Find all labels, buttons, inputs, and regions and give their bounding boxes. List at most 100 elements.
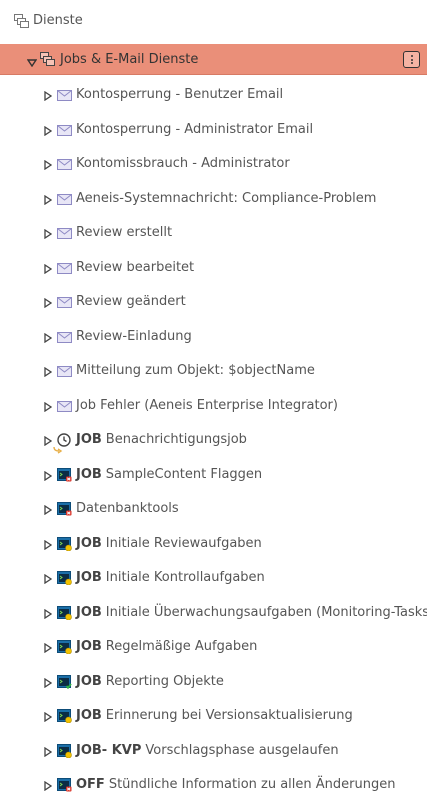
tree-item[interactable]: JOB Initiale Überwachungsaufgaben (Monito…	[0, 596, 427, 631]
tree-item-text: Aeneis-Systemnachricht: Compliance-Probl…	[76, 190, 377, 206]
expand-caret-icon[interactable]	[44, 366, 53, 381]
tree-item[interactable]: JOB Regelmäßige Aufgaben	[0, 630, 427, 665]
tree-item[interactable]: Datenbanktools	[0, 492, 427, 527]
tree-item[interactable]: Kontomissbrauch - Administrator	[0, 147, 427, 182]
tree-item-prefix: JOB	[76, 673, 102, 689]
kebab-menu-icon[interactable]	[403, 51, 420, 68]
tree-item-label: Review-Einladung	[76, 329, 192, 344]
tree-children: Kontosperrung - Benutzer Email Kontosperr…	[0, 78, 427, 803]
tree-item[interactable]: Kontosperrung - Administrator Email	[0, 113, 427, 148]
tree-item-label: Review erstellt	[76, 225, 172, 240]
envelope-icon	[57, 261, 72, 275]
tree-item[interactable]: Mitteilung zum Objekt: $objectName	[0, 354, 427, 389]
expand-caret-icon[interactable]	[44, 470, 53, 485]
expand-caret-icon[interactable]	[44, 504, 53, 519]
expand-caret-icon[interactable]	[44, 608, 53, 623]
tree-item-text: Stündliche Information zu allen Änderung…	[108, 777, 396, 792]
tree-item-text: Regelmäßige Aufgaben	[105, 639, 258, 654]
tree-item-text: Job Fehler (Aeneis Enterprise Integrator…	[76, 397, 338, 413]
expand-caret-icon[interactable]	[44, 90, 53, 105]
tree-item-label: Kontosperrung - Administrator Email	[76, 122, 313, 137]
tree-item-prefix: JOB	[76, 604, 102, 620]
tree-item-label: JOB SampleContent Flaggen	[76, 467, 262, 482]
tree-item-selected[interactable]: Jobs & E-Mail Dienste	[0, 44, 427, 75]
expand-caret-icon[interactable]	[44, 263, 53, 278]
tree-item-label: JOB Benachrichtigungsjob	[76, 432, 247, 447]
tree-item[interactable]: Aeneis-Systemnachricht: Compliance-Probl…	[0, 182, 427, 217]
expand-caret-icon[interactable]	[44, 401, 53, 416]
tree-item-text: Initiale Überwachungsaufgaben (Monitorin…	[105, 604, 427, 620]
expand-caret-icon[interactable]	[44, 194, 53, 209]
terminal-red-icon	[57, 467, 72, 482]
expand-caret-icon[interactable]	[44, 332, 53, 347]
envelope-icon	[57, 157, 72, 171]
tree-item-prefix: JOB	[76, 570, 102, 585]
expand-caret-icon[interactable]	[44, 780, 53, 795]
terminal-yellow-icon	[57, 571, 72, 586]
expand-caret-icon[interactable]	[44, 573, 53, 588]
tree-item-text: Kontosperrung - Administrator Email	[76, 121, 314, 137]
expand-caret-icon[interactable]	[44, 642, 53, 657]
terminal-yellow-icon	[57, 709, 72, 724]
tree-item[interactable]: JOB Erinnerung bei Versionsaktualisierung	[0, 699, 427, 734]
tree-item-label: JOB Reporting Objekte	[76, 674, 224, 689]
tree-root-dienste[interactable]: Dienste	[0, 4, 427, 38]
tree-item-label: JOB- KVP Vorschlagsphase ausgelaufen	[76, 743, 339, 758]
tree-item-text: Review bearbeitet	[76, 259, 195, 275]
envelope-icon	[57, 226, 72, 240]
tree-item[interactable]: JOB Initiale Reviewaufgaben	[0, 527, 427, 562]
tree-root-label: Dienste	[33, 13, 83, 28]
envelope-icon	[57, 123, 72, 137]
terminal-green-icon	[57, 674, 72, 689]
tree-item-label: Mitteilung zum Objekt: $objectName	[76, 363, 315, 378]
tree-item[interactable]: Kontosperrung - Benutzer Email	[0, 78, 427, 113]
tree-item-text: Mitteilung zum Objekt: $objectName	[76, 363, 315, 378]
terminal-red-icon	[57, 502, 72, 516]
expand-caret-icon[interactable]	[44, 297, 53, 312]
tree-item-label: JOB Initiale Kontrollaufgaben	[76, 570, 265, 585]
expand-caret-icon[interactable]	[44, 539, 53, 554]
terminal-yellow-icon	[57, 640, 72, 655]
tree-item-text: Review erstellt	[76, 225, 173, 240]
tree-item-text: SampleContent Flaggen	[105, 466, 263, 482]
expanded-caret-icon[interactable]	[26, 56, 38, 71]
tree-item-text: Benachrichtigungsjob	[105, 432, 247, 447]
expand-caret-icon[interactable]	[44, 125, 53, 140]
tree-item[interactable]: Review bearbeitet	[0, 251, 427, 286]
tree-item[interactable]: OFF Stündliche Information zu allen Änder…	[0, 768, 427, 803]
tree-item[interactable]: JOB- KVP Vorschlagsphase ausgelaufen	[0, 734, 427, 769]
tree-item[interactable]: JOB Initiale Kontrollaufgaben	[0, 561, 427, 596]
tree-item[interactable]: JOB Reporting Objekte	[0, 665, 427, 700]
tree-item-prefix: JOB	[76, 432, 102, 447]
tree-item-label: JOB Regelmäßige Aufgaben	[76, 639, 257, 654]
tree-item-prefix: JOB	[76, 708, 102, 723]
services-icon	[14, 14, 29, 32]
envelope-icon	[57, 364, 72, 378]
tree-item[interactable]: Job Fehler (Aeneis Enterprise Integrator…	[0, 389, 427, 424]
expand-caret-icon[interactable]	[44, 746, 53, 761]
tree-item-text: Review-Einladung	[76, 328, 192, 344]
tree-item-text: Initiale Reviewaufgaben	[105, 535, 262, 551]
expand-caret-icon[interactable]	[44, 435, 53, 450]
tree-item-label: Kontomissbrauch - Administrator	[76, 156, 290, 171]
expand-caret-icon[interactable]	[44, 677, 53, 692]
selected-item-label: Jobs & E-Mail Dienste	[60, 52, 199, 67]
tree-item[interactable]: Review erstellt	[0, 216, 427, 251]
expand-caret-icon[interactable]	[44, 159, 53, 174]
tree-item-prefix: JOB	[76, 466, 102, 482]
expand-caret-icon[interactable]	[44, 711, 53, 726]
terminal-red-icon	[57, 778, 72, 792]
tree-item[interactable]: JOB SampleContent Flaggen	[0, 458, 427, 493]
envelope-icon	[57, 295, 72, 309]
tree-item-text: Vorschlagsphase ausgelaufen	[145, 742, 339, 758]
envelope-icon	[57, 192, 72, 206]
envelope-icon	[57, 330, 72, 344]
tree-item-label: JOB Initiale Überwachungsaufgaben (Monito…	[76, 605, 427, 620]
tree-item-text: Datenbanktools	[76, 501, 179, 516]
tree-item[interactable]: Review geändert	[0, 285, 427, 320]
expand-caret-icon[interactable]	[44, 228, 53, 243]
tree-item-text: Reporting Objekte	[105, 673, 224, 689]
tree-item[interactable]: Review-Einladung	[0, 320, 427, 355]
terminal-yellow-icon	[57, 536, 72, 551]
tree-item[interactable]: JOB Benachrichtigungsjob	[0, 423, 427, 458]
